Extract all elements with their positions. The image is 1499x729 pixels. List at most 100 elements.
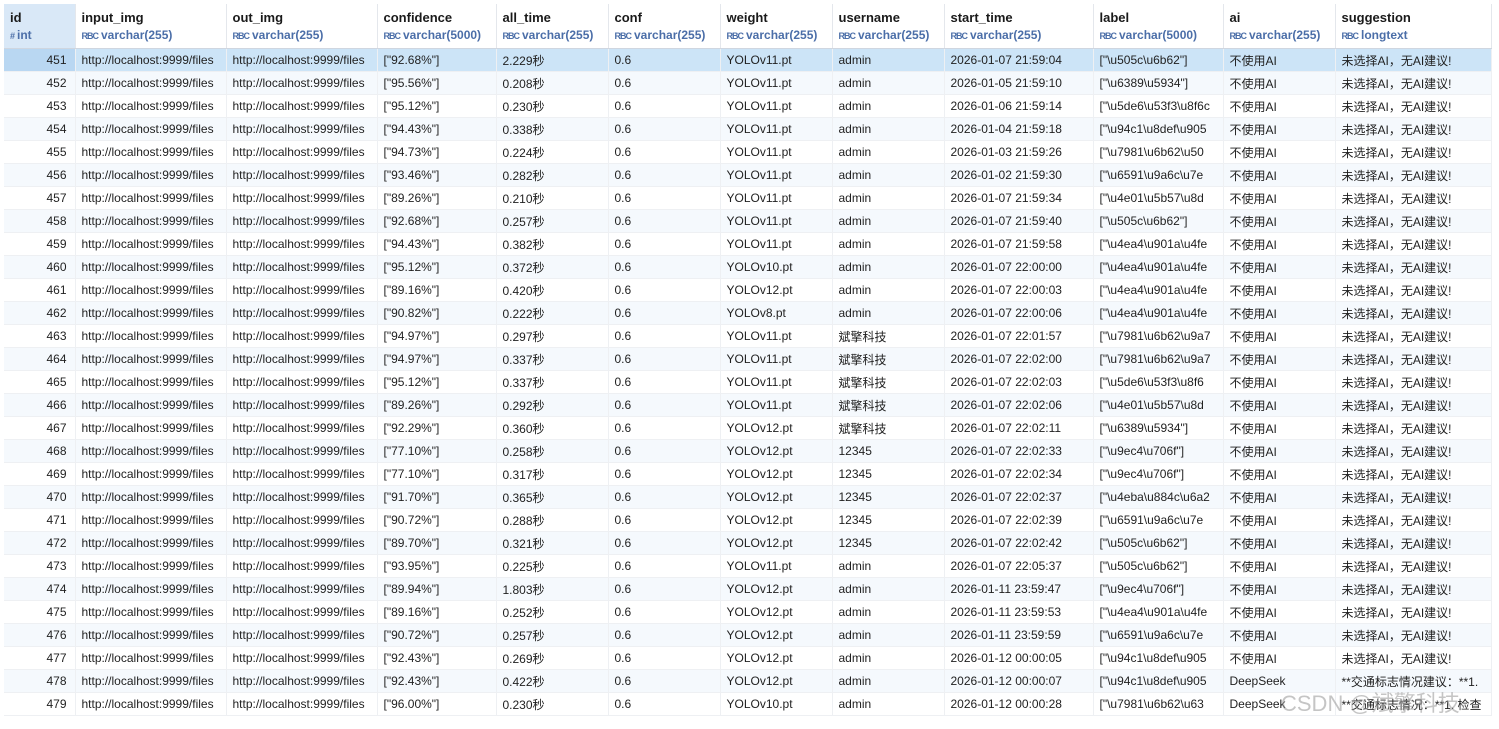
cell-weight[interactable]: YOLOv11.pt	[720, 94, 833, 118]
cell-conf[interactable]: 0.6	[608, 324, 721, 348]
cell-username[interactable]: admin	[832, 94, 945, 118]
cell-confidence[interactable]: ["89.16%"]	[377, 278, 497, 302]
cell-weight[interactable]: YOLOv12.pt	[720, 278, 833, 302]
cell-label[interactable]: ["\u94c1\u8def\u905	[1093, 646, 1224, 670]
cell-conf[interactable]: 0.6	[608, 485, 721, 509]
cell-input-img[interactable]: http://localhost:9999/files	[75, 416, 227, 440]
cell-suggestion[interactable]: 未选择AI，无AI建议!	[1335, 117, 1492, 141]
cell-out-img[interactable]: http://localhost:9999/files	[226, 416, 378, 440]
cell-conf[interactable]: 0.6	[608, 600, 721, 624]
cell-label[interactable]: ["\u505c\u6b62"]	[1093, 554, 1224, 578]
cell-out-img[interactable]: http://localhost:9999/files	[226, 508, 378, 532]
cell-label[interactable]: ["\u9ec4\u706f"]	[1093, 577, 1224, 601]
cell-id[interactable]: 465	[4, 370, 76, 394]
cell-confidence[interactable]: ["92.43%"]	[377, 669, 497, 693]
cell-ai[interactable]: 不使用AI	[1223, 439, 1336, 463]
column-header-label[interactable]: label RBC varchar(5000)	[1093, 4, 1224, 49]
cell-id[interactable]: 464	[4, 347, 76, 371]
cell-label[interactable]: ["\u7981\u6b62\u63	[1093, 692, 1224, 716]
table-row[interactable]: 461 http://localhost:9999/files http://loc…	[4, 278, 1492, 302]
cell-label[interactable]: ["\u4ea4\u901a\u4fe	[1093, 278, 1224, 302]
cell-start-time[interactable]: 2026-01-07 22:02:33	[944, 439, 1094, 463]
cell-start-time[interactable]: 2026-01-07 21:59:34	[944, 186, 1094, 210]
cell-conf[interactable]: 0.6	[608, 439, 721, 463]
cell-suggestion[interactable]: 未选择AI，无AI建议!	[1335, 370, 1492, 394]
cell-input-img[interactable]: http://localhost:9999/files	[75, 531, 227, 555]
cell-ai[interactable]: 不使用AI	[1223, 462, 1336, 486]
cell-input-img[interactable]: http://localhost:9999/files	[75, 462, 227, 486]
cell-input-img[interactable]: http://localhost:9999/files	[75, 255, 227, 279]
cell-input-img[interactable]: http://localhost:9999/files	[75, 186, 227, 210]
cell-ai[interactable]: 不使用AI	[1223, 209, 1336, 233]
cell-weight[interactable]: YOLOv12.pt	[720, 577, 833, 601]
cell-ai[interactable]: 不使用AI	[1223, 370, 1336, 394]
cell-confidence[interactable]: ["94.97%"]	[377, 324, 497, 348]
cell-confidence[interactable]: ["92.43%"]	[377, 646, 497, 670]
cell-start-time[interactable]: 2026-01-06 21:59:14	[944, 94, 1094, 118]
cell-all-time[interactable]: 0.337秒	[496, 370, 609, 394]
cell-confidence[interactable]: ["89.94%"]	[377, 577, 497, 601]
cell-username[interactable]: 斌擎科技	[832, 370, 945, 394]
cell-out-img[interactable]: http://localhost:9999/files	[226, 439, 378, 463]
cell-start-time[interactable]: 2026-01-07 21:59:40	[944, 209, 1094, 233]
cell-start-time[interactable]: 2026-01-07 21:59:04	[944, 48, 1094, 72]
cell-all-time[interactable]: 0.420秒	[496, 278, 609, 302]
cell-confidence[interactable]: ["95.12%"]	[377, 370, 497, 394]
cell-confidence[interactable]: ["77.10%"]	[377, 439, 497, 463]
cell-out-img[interactable]: http://localhost:9999/files	[226, 393, 378, 417]
cell-confidence[interactable]: ["95.12%"]	[377, 255, 497, 279]
cell-conf[interactable]: 0.6	[608, 48, 721, 72]
cell-out-img[interactable]: http://localhost:9999/files	[226, 186, 378, 210]
cell-username[interactable]: admin	[832, 48, 945, 72]
cell-ai[interactable]: 不使用AI	[1223, 94, 1336, 118]
cell-label[interactable]: ["\u6591\u9a6c\u7e	[1093, 163, 1224, 187]
cell-input-img[interactable]: http://localhost:9999/files	[75, 439, 227, 463]
cell-start-time[interactable]: 2026-01-11 23:59:53	[944, 600, 1094, 624]
table-row[interactable]: 472 http://localhost:9999/files http://loc…	[4, 531, 1492, 555]
cell-input-img[interactable]: http://localhost:9999/files	[75, 600, 227, 624]
cell-label[interactable]: ["\u7981\u6b62\u9a7	[1093, 324, 1224, 348]
table-row[interactable]: 478 http://localhost:9999/files http://loc…	[4, 669, 1492, 693]
cell-input-img[interactable]: http://localhost:9999/files	[75, 278, 227, 302]
cell-weight[interactable]: YOLOv11.pt	[720, 117, 833, 141]
cell-id[interactable]: 458	[4, 209, 76, 233]
cell-conf[interactable]: 0.6	[608, 186, 721, 210]
cell-weight[interactable]: YOLOv12.pt	[720, 646, 833, 670]
cell-out-img[interactable]: http://localhost:9999/files	[226, 485, 378, 509]
cell-start-time[interactable]: 2026-01-07 22:02:34	[944, 462, 1094, 486]
cell-out-img[interactable]: http://localhost:9999/files	[226, 71, 378, 95]
column-header-out-img[interactable]: out_img RBC varchar(255)	[226, 4, 378, 49]
cell-suggestion[interactable]: 未选择AI，无AI建议!	[1335, 48, 1492, 72]
cell-input-img[interactable]: http://localhost:9999/files	[75, 508, 227, 532]
cell-out-img[interactable]: http://localhost:9999/files	[226, 692, 378, 716]
cell-all-time[interactable]: 0.338秒	[496, 117, 609, 141]
cell-username[interactable]: admin	[832, 117, 945, 141]
table-row[interactable]: 479 http://localhost:9999/files http://loc…	[4, 692, 1492, 716]
cell-confidence[interactable]: ["90.82%"]	[377, 301, 497, 325]
cell-conf[interactable]: 0.6	[608, 71, 721, 95]
cell-conf[interactable]: 0.6	[608, 393, 721, 417]
cell-conf[interactable]: 0.6	[608, 646, 721, 670]
cell-id[interactable]: 477	[4, 646, 76, 670]
cell-id[interactable]: 456	[4, 163, 76, 187]
cell-ai[interactable]: 不使用AI	[1223, 485, 1336, 509]
table-row[interactable]: 462 http://localhost:9999/files http://loc…	[4, 301, 1492, 325]
cell-suggestion[interactable]: 未选择AI，无AI建议!	[1335, 324, 1492, 348]
cell-out-img[interactable]: http://localhost:9999/files	[226, 209, 378, 233]
cell-label[interactable]: ["\u94c1\u8def\u905	[1093, 669, 1224, 693]
cell-suggestion[interactable]: 未选择AI，无AI建议!	[1335, 209, 1492, 233]
cell-start-time[interactable]: 2026-01-12 00:00:05	[944, 646, 1094, 670]
cell-confidence[interactable]: ["89.26%"]	[377, 393, 497, 417]
cell-ai[interactable]: 不使用AI	[1223, 531, 1336, 555]
cell-conf[interactable]: 0.6	[608, 232, 721, 256]
cell-all-time[interactable]: 0.297秒	[496, 324, 609, 348]
cell-ai[interactable]: 不使用AI	[1223, 623, 1336, 647]
cell-out-img[interactable]: http://localhost:9999/files	[226, 140, 378, 164]
cell-label[interactable]: ["\u9ec4\u706f"]	[1093, 462, 1224, 486]
cell-confidence[interactable]: ["96.00%"]	[377, 692, 497, 716]
cell-id[interactable]: 466	[4, 393, 76, 417]
cell-suggestion[interactable]: 未选择AI，无AI建议!	[1335, 186, 1492, 210]
cell-weight[interactable]: YOLOv12.pt	[720, 416, 833, 440]
cell-id[interactable]: 470	[4, 485, 76, 509]
cell-input-img[interactable]: http://localhost:9999/files	[75, 163, 227, 187]
